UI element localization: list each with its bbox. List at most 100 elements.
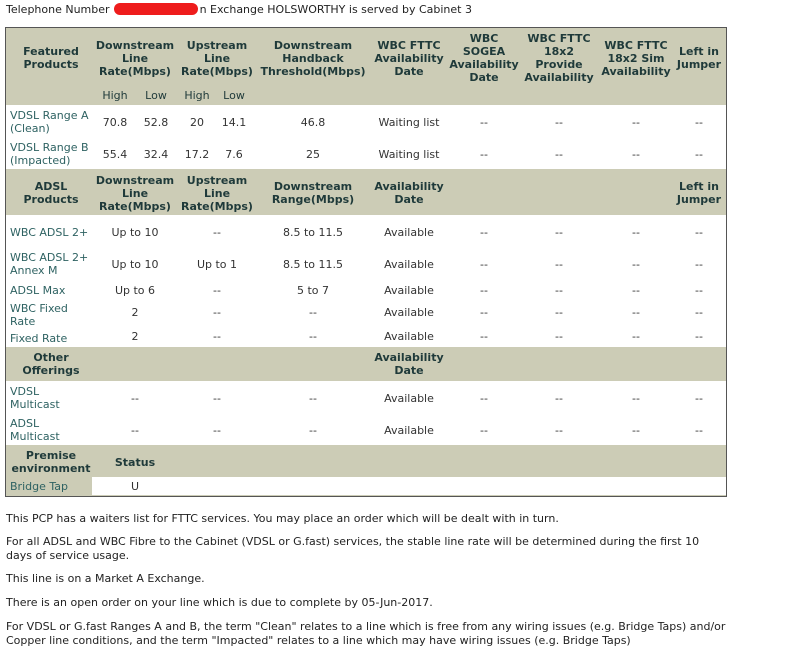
table-cell: -- [309, 305, 317, 319]
table-cell: -- [632, 305, 640, 319]
table-cell: -- [695, 257, 703, 271]
table-cell: Up to 10 [111, 257, 159, 271]
table-cell: -- [213, 423, 221, 437]
table-cell: -- [695, 305, 703, 319]
note-open-order: There is an open order on your line whic… [6, 596, 433, 609]
redacted-number-mark [113, 3, 198, 15]
subheader-high: High [102, 88, 128, 102]
table-cell: Available [384, 423, 434, 437]
table-cell: -- [309, 329, 317, 343]
table-cell: -- [695, 147, 703, 161]
header-fttc-18x2-sim: WBC FTTC 18x2 Sim Availability [601, 38, 671, 78]
table-cell: -- [309, 423, 317, 437]
availability-table: Featured Products Downstream Line Rate(M… [5, 27, 727, 497]
table-cell: 8.5 to 11.5 [282, 257, 344, 271]
table-cell: -- [632, 391, 640, 405]
table-cell: -- [480, 423, 488, 437]
header-downstream: Downstream Line Rate(Mbps) [95, 38, 175, 78]
premise-name: Bridge Tap [10, 479, 68, 493]
table-cell: -- [695, 423, 703, 437]
table-cell: Available [384, 391, 434, 405]
table-cell: -- [695, 115, 703, 129]
table-cell: Waiting list [378, 147, 440, 161]
header-adsl-upstream: Upstream Line Rate(Mbps) [181, 173, 253, 213]
table-cell: 52.8 [143, 115, 169, 129]
header-adsl-availability: Availability Date [374, 180, 444, 206]
header-other-availability: Availability Date [374, 351, 444, 377]
table-cell: -- [695, 283, 703, 297]
table-cell: -- [480, 305, 488, 319]
product-name: WBC Fixed Rate [10, 302, 68, 328]
table-cell: -- [213, 391, 221, 405]
subheader-high: High [184, 88, 210, 102]
table-cell: Up to 1 [196, 257, 238, 271]
product-name: WBC ADSL 2+ Annex M [10, 251, 89, 277]
table-cell: -- [632, 147, 640, 161]
table-row: VDSL Range A (Clean) 70.8 52.8 20 14.1 4… [6, 105, 726, 169]
top-line: Telephone Number n Exchange HOLSWORTHY is… [6, 3, 472, 16]
table-cell: -- [131, 391, 139, 405]
table-cell: -- [131, 423, 139, 437]
table-cell: Waiting list [378, 115, 440, 129]
subheader-low: Low [145, 88, 167, 102]
header-adsl-range: Downstream Range(Mbps) [271, 180, 355, 206]
header-adsl-products: ADSL Products [23, 180, 79, 206]
offering-name: VDSL Multicast [10, 385, 60, 411]
table-cell: Up to 6 [114, 283, 156, 297]
product-name: VDSL Range B (Impacted) [10, 141, 89, 167]
table-cell: -- [632, 225, 640, 239]
offering-name: ADSL Multicast [10, 417, 60, 443]
header-upstream: Upstream Line Rate(Mbps) [181, 38, 253, 78]
table-cell: -- [555, 329, 563, 343]
table-cell: -- [480, 225, 488, 239]
table-cell: -- [480, 257, 488, 271]
table-cell: -- [632, 257, 640, 271]
product-name: WBC ADSL 2+ [10, 225, 89, 239]
table-cell: -- [555, 115, 563, 129]
exchange-info-text: n Exchange HOLSWORTHY is served by Cabin… [199, 3, 472, 16]
table-cell: -- [695, 329, 703, 343]
table-cell: 17.2 [184, 147, 210, 161]
table-cell: -- [632, 329, 640, 343]
header-fttc-18x2-provide: WBC FTTC 18x2 Provide Availability [524, 32, 594, 84]
note-stable-line-rate: For all ADSL and WBC Fibre to the Cabine… [6, 535, 700, 562]
subheader-low: Low [223, 88, 245, 102]
table-cell: 14.1 [221, 115, 247, 129]
note-market-a: This line is on a Market A Exchange. [6, 572, 205, 585]
status-value: U [130, 479, 140, 493]
note-clean-impacted: For VDSL or G.fast Ranges A and B, the t… [6, 620, 726, 647]
table-cell: -- [480, 115, 488, 129]
header-fttc-availability: WBC FTTC Availability Date [374, 38, 444, 78]
table-cell: -- [555, 283, 563, 297]
table-cell: Available [384, 225, 434, 239]
table-cell: -- [555, 391, 563, 405]
table-cell: -- [555, 225, 563, 239]
table-cell: Available [384, 257, 434, 271]
table-cell: 32.4 [143, 147, 169, 161]
table-cell: Up to 10 [111, 225, 159, 239]
table-row: Bridge Tap U [6, 477, 726, 495]
table-cell: 70.8 [102, 115, 128, 129]
header-featured-products: Featured Products [23, 45, 79, 71]
table-cell: -- [632, 423, 640, 437]
table-cell: -- [213, 283, 221, 297]
product-name: Fixed Rate [10, 331, 68, 345]
table-cell: -- [632, 283, 640, 297]
table-cell: -- [213, 305, 221, 319]
note-waiters-list: This PCP has a waiters list for FTTC ser… [6, 512, 559, 525]
table-cell: 5 to 7 [296, 283, 330, 297]
header-other-offerings: Other Offerings [22, 351, 80, 377]
table-cell: Available [384, 283, 434, 297]
product-name: VDSL Range A (Clean) [10, 109, 89, 135]
header-adsl-left-in-jumper: Left in Jumper [676, 180, 722, 206]
table-cell: -- [695, 391, 703, 405]
header-left-in-jumper: Left in Jumper [676, 45, 722, 71]
table-cell: -- [480, 147, 488, 161]
table-cell: -- [555, 147, 563, 161]
table-row: VDSL Multicast -- -- -- Available -- -- … [6, 381, 726, 445]
table-cell: 55.4 [102, 147, 128, 161]
table-cell: -- [555, 423, 563, 437]
telephone-number-label: Telephone Number [6, 3, 110, 16]
table-cell: -- [480, 391, 488, 405]
table-cell: -- [480, 329, 488, 343]
